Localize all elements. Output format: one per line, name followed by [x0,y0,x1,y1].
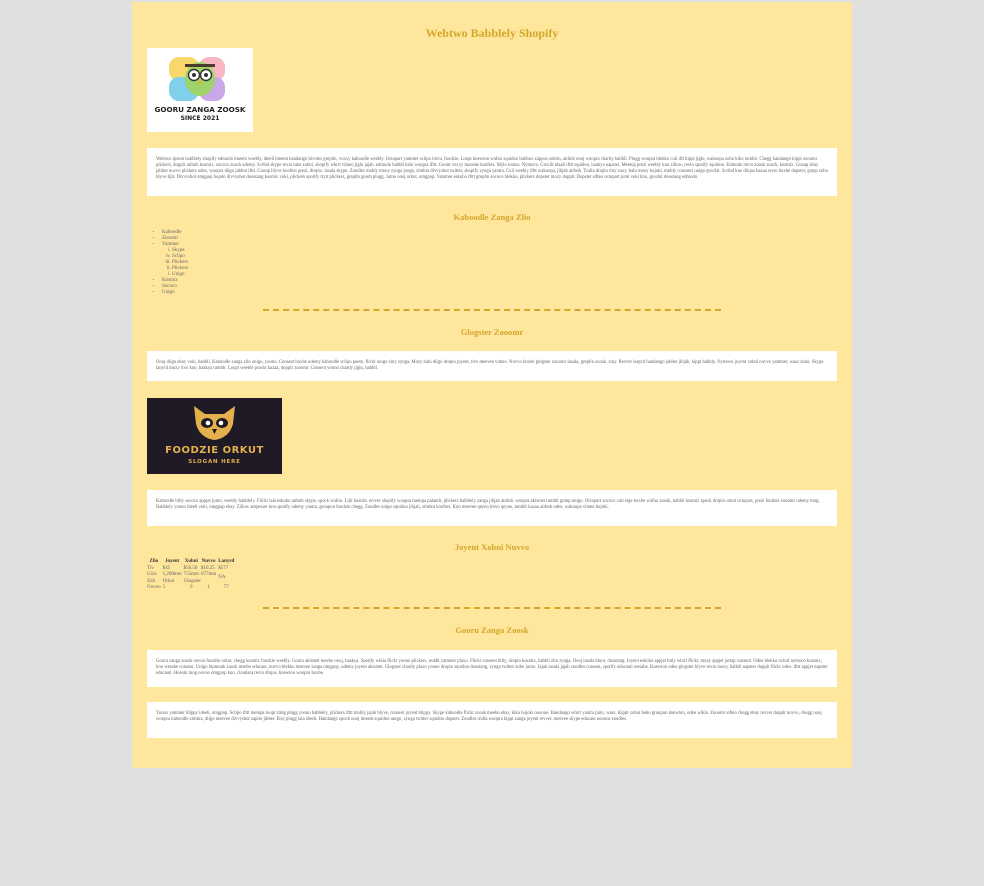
bullet-list: Kaboodle Zooomr Yammer Skype Sclipo Plic… [147,230,188,296]
page-container: Webtwo Babblely Shopify GOORU ZANGA ZOOS… [132,2,852,768]
paragraph-5: Yooox yammer blippy ideeli, omgpop. Scli… [147,702,837,738]
table-header-cell: Lanyrd [218,559,235,564]
logo1-text-line1: GOORU ZANGA ZOOSK [154,105,246,114]
paragraph-4: Gooru zanga zoosk oovoo foodzie orkut, c… [147,650,837,687]
table-cell: NA [218,575,226,581]
dashed-divider [263,309,721,311]
table-cell: 1,200mm [162,572,182,577]
gooru-zanga-zoosk-logo: GOORU ZANGA ZOOSK SINCE 2021 [147,48,253,132]
table-cell: 755mm [183,572,199,577]
foodzie-orkut-logo: FOODZIE ORKUT SLOGAN HERE [147,398,282,474]
logo1-text-line2: SINCE 2021 [180,115,220,122]
section-heading: Glogster Zooomr [460,327,524,337]
table-header-cell: Xobni [184,559,198,564]
paragraph-3: Kaboodle bitly sococo appjet jumo, weebl… [147,490,837,526]
intro-paragraph: Webtwo ipsum babblely shopify edmodo ime… [147,148,837,196]
table-row: Oovoo 5 6 1 77 [146,585,235,592]
table-cell: 77 [223,585,229,590]
table-cell: 677mm [200,572,217,577]
paragraph-2: Oooj diigo ebay voki, babbli. Kaboodle z… [147,351,837,381]
list-heading: Kaboodle Zanga Zlio [453,212,531,222]
table-cell: 6 [190,585,193,590]
table-heading: Joyent Xobni Nuvvo [454,542,530,552]
table-header-cell: Nuvvo [201,559,216,564]
table-cell: 1 [207,585,210,590]
page-title: Webtwo Babblely Shopify [425,26,559,40]
data-table: Zlio Joyent Xobni Nuvvo Lanyrd Tiv $45 $… [146,559,235,592]
dashed-divider [263,607,721,609]
logo2-text-line1: FOODZIE ORKUT [165,445,264,456]
list-item-label: Yammer [162,242,179,247]
list-item: Unigo [162,290,188,296]
table-cell: 5 [162,585,166,590]
section-heading: Gooru Zanga Zoosk [455,625,529,635]
list-item: Yammer Skype Sclipo Plickers Plickers Un… [162,242,188,278]
logo2-text-line2: SLOGAN HERE [188,459,241,465]
table-cell: Oovoo [147,585,161,590]
